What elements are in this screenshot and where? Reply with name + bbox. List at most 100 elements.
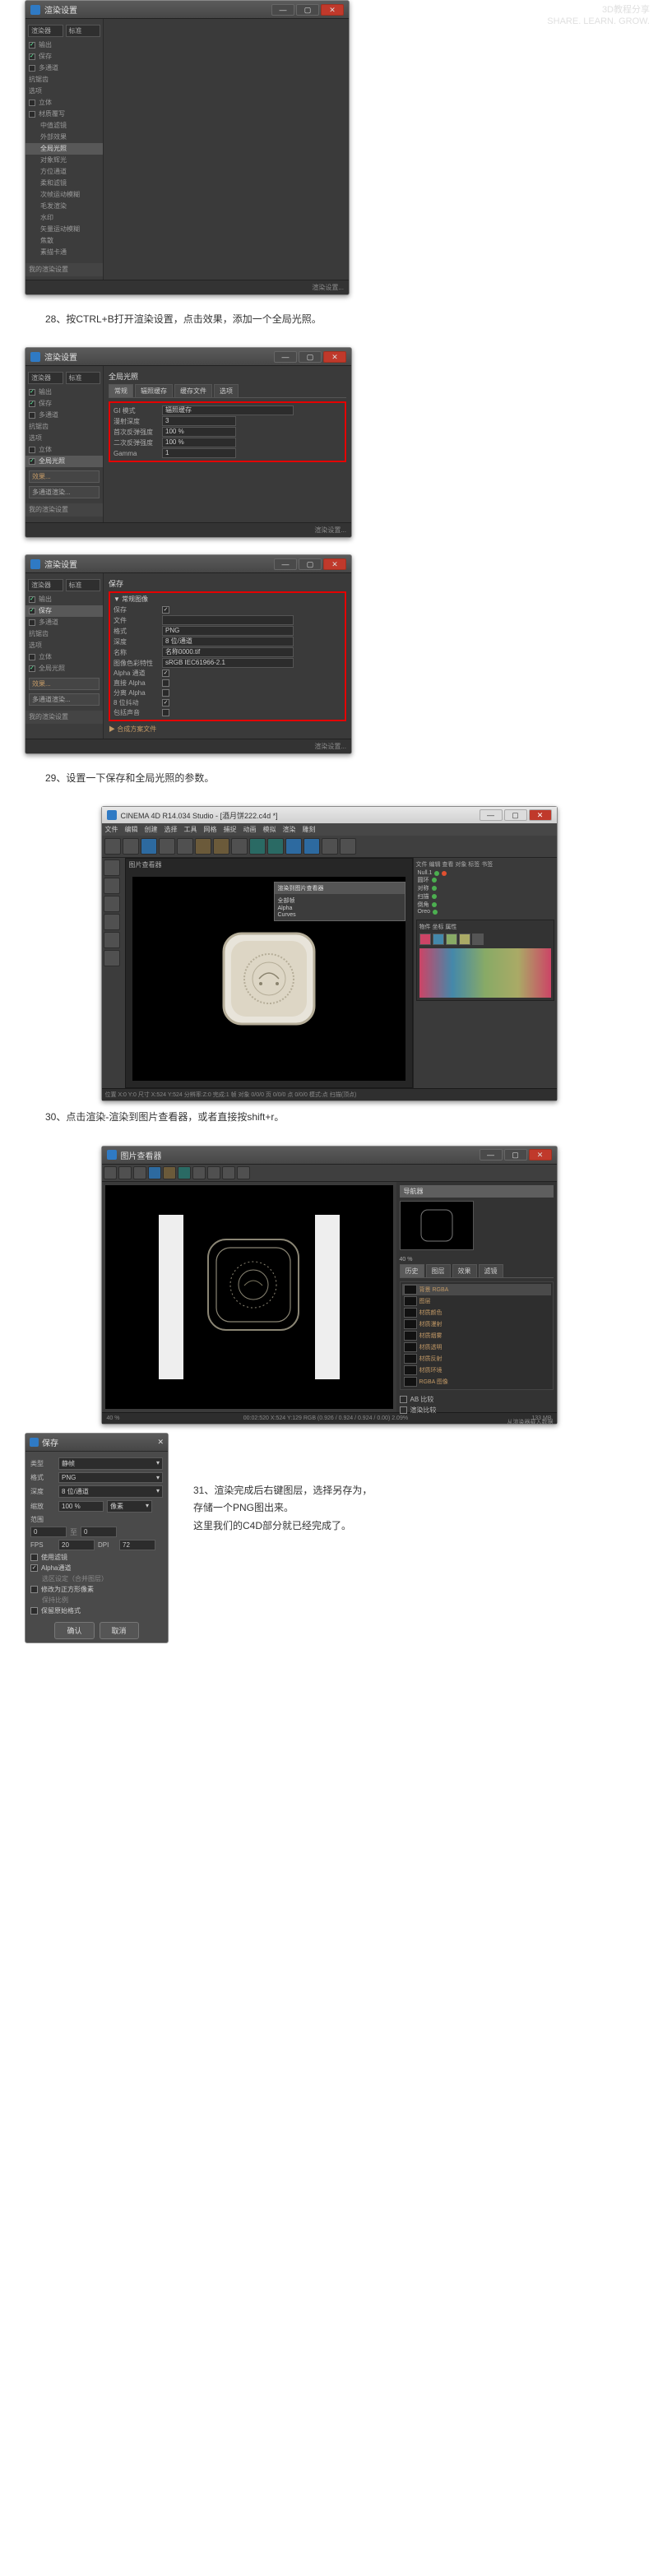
renderer-select[interactable]: 标准 [66, 372, 101, 384]
cancel-button[interactable]: 取消 [100, 1622, 139, 1639]
pv-tool-icon[interactable] [104, 1166, 117, 1179]
render-canvas[interactable] [105, 1185, 393, 1409]
tool-icon[interactable] [213, 838, 229, 855]
depth-select[interactable]: 8 位/通道 [162, 637, 294, 646]
tool-icon[interactable] [141, 838, 157, 855]
sidebar-item[interactable]: 保存 [39, 52, 52, 62]
material-swatch[interactable] [472, 934, 484, 945]
filter-checkbox[interactable] [30, 1554, 38, 1561]
tool-icon[interactable] [195, 838, 211, 855]
pv-tool-icon[interactable] [163, 1166, 176, 1179]
preset-label[interactable]: 我的渲染设置 [29, 712, 68, 722]
checkbox[interactable] [29, 65, 35, 72]
tool-icon[interactable] [104, 878, 120, 894]
gi-mode-select[interactable]: 辐照缓存 [162, 405, 294, 415]
sep-alpha-checkbox[interactable] [162, 689, 169, 697]
scale-unit[interactable]: 像素▾ [107, 1500, 152, 1513]
sidebar-item[interactable]: 选项 [29, 641, 42, 651]
sidebar-item[interactable]: 抗锯齿 [29, 422, 49, 432]
primary-intensity-input[interactable]: 100 % [162, 427, 236, 437]
sidebar-item[interactable]: 水印 [40, 213, 53, 223]
tool-icon[interactable] [104, 896, 120, 912]
minimize-button[interactable]: — [271, 4, 294, 16]
save-checkbox[interactable] [162, 606, 169, 614]
pv-tool-icon[interactable] [222, 1166, 235, 1179]
close-button[interactable]: ✕ [529, 809, 552, 821]
sidebar-item[interactable]: 对象辉光 [40, 155, 67, 165]
viewport[interactable]: 图片查看器 渲染到图片查看器 全部帧 Alpha [125, 858, 413, 1088]
object-item[interactable]: 圆环 [418, 876, 429, 884]
object-item[interactable]: Oreo [418, 909, 431, 915]
sidebar-item[interactable]: 多通道 [39, 618, 58, 628]
sidebar-item[interactable]: 材质覆写 [39, 109, 65, 119]
sidebar-item[interactable]: 全局光照 [40, 144, 67, 154]
sidebar-item[interactable]: 次帧运动模糊 [40, 190, 80, 200]
checkbox[interactable] [29, 447, 35, 453]
sidebar-item[interactable]: 外部效果 [40, 132, 67, 142]
sidebar-item[interactable]: 多通道 [39, 63, 58, 73]
maximize-button[interactable]: ▢ [504, 809, 527, 821]
profile-select[interactable]: sRGB IEC61966-2.1 [162, 658, 294, 668]
tab-history[interactable]: 历史 [400, 1264, 424, 1277]
type-select[interactable]: 静帧▾ [58, 1457, 163, 1470]
tab[interactable]: 常规 [109, 384, 133, 397]
object-item[interactable]: Null.1 [418, 870, 433, 876]
layer-item[interactable]: 背景 RGBA [419, 1286, 449, 1294]
pv-tool-icon[interactable] [133, 1166, 146, 1179]
sidebar-item[interactable]: 保存 [39, 606, 52, 616]
gamma-input[interactable]: 1 [162, 448, 236, 458]
menu-item[interactable]: 雕刻 [303, 825, 316, 834]
scale-input[interactable]: 100 % [58, 1501, 104, 1512]
effects-button[interactable]: 效果... [29, 678, 100, 690]
checkbox[interactable] [29, 389, 35, 396]
diffuse-depth-input[interactable]: 3 [162, 416, 236, 426]
tab[interactable]: 图层 [426, 1264, 451, 1277]
dpi-input[interactable]: 72 [119, 1540, 155, 1550]
minimize-button[interactable]: — [274, 558, 297, 570]
sidebar-item[interactable]: 抗锯齿 [29, 75, 49, 85]
layer-item[interactable]: RGBA 图像 [419, 1378, 448, 1386]
keep-format-checkbox[interactable] [30, 1607, 38, 1615]
maximize-button[interactable]: ▢ [299, 558, 322, 570]
tool-icon[interactable] [177, 838, 193, 855]
checkbox[interactable] [29, 42, 35, 49]
alpha-checkbox[interactable] [30, 1564, 38, 1572]
format-select[interactable]: PNG [162, 626, 294, 636]
menu-item[interactable]: 工具 [184, 825, 197, 834]
tool-icon[interactable] [104, 914, 120, 930]
straight-alpha-checkbox[interactable] [162, 679, 169, 687]
tool-icon[interactable] [231, 838, 248, 855]
pv-tool-icon[interactable] [178, 1166, 191, 1179]
renderer-select[interactable]: 标准 [66, 25, 101, 37]
tool-icon[interactable] [104, 932, 120, 948]
tool-icon[interactable] [159, 838, 175, 855]
sidebar-item[interactable]: 输出 [39, 595, 52, 605]
minimize-button[interactable]: — [480, 809, 503, 821]
from-input[interactable]: 0 [30, 1527, 67, 1537]
layer-item[interactable]: 材质透明 [419, 1343, 443, 1351]
tab[interactable]: 效果 [452, 1264, 477, 1277]
checkbox[interactable] [29, 458, 35, 465]
fps-input[interactable]: 20 [58, 1540, 95, 1550]
sidebar-item[interactable]: 方位通道 [40, 167, 67, 177]
object-item[interactable]: 扫描 [418, 892, 429, 901]
effects-button[interactable]: 效果... [29, 470, 100, 483]
material-swatch[interactable] [446, 934, 457, 945]
sidebar-item[interactable]: 全局光照 [39, 456, 65, 466]
sidebar-item[interactable]: 焦散 [40, 236, 53, 246]
tool-icon[interactable] [285, 838, 302, 855]
sidebar-item[interactable]: 矢量运动模糊 [40, 225, 80, 234]
checkbox[interactable] [29, 401, 35, 407]
maximize-button[interactable]: ▢ [504, 1149, 527, 1161]
sidebar-item[interactable]: 立体 [39, 98, 52, 108]
tool-icon[interactable] [104, 859, 120, 876]
menu-item[interactable]: 选择 [164, 825, 178, 834]
pv-tool-icon[interactable] [192, 1166, 206, 1179]
menu-item[interactable]: 渲染 [283, 825, 296, 834]
sidebar-item[interactable]: 保存 [39, 399, 52, 409]
checkbox[interactable] [29, 412, 35, 419]
secondary-intensity-input[interactable]: 100 % [162, 438, 236, 447]
checkbox[interactable] [29, 100, 35, 106]
name-select[interactable]: 名称0000.tif [162, 647, 294, 657]
menu-item[interactable]: 捕捉 [224, 825, 237, 834]
